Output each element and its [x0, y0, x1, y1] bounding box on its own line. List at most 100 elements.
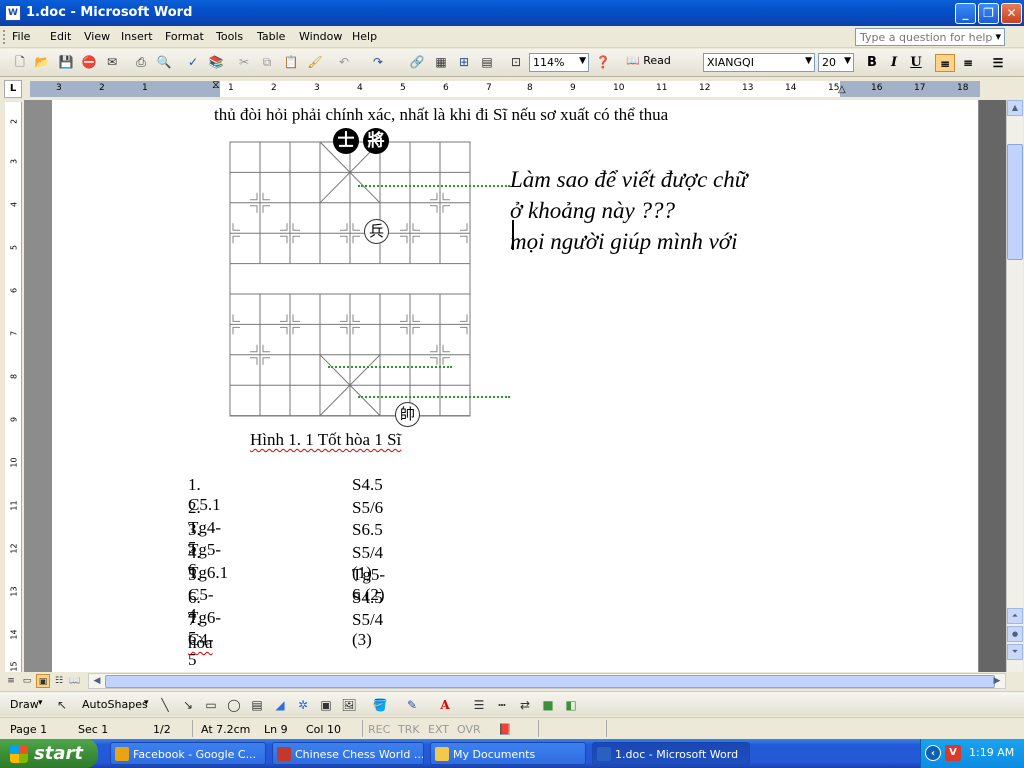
drawing-icon[interactable]: ⊡	[508, 54, 524, 70]
hyperlink-icon[interactable]: 🔗	[409, 54, 425, 70]
open-folder-icon[interactable]: 📂	[34, 54, 50, 70]
tab-selector[interactable]: L	[4, 80, 22, 98]
draw-menu-button[interactable]: Draw	[10, 698, 39, 711]
scroll-up-icon[interactable]: ▲	[1007, 100, 1023, 116]
picture-icon[interactable]: 🖼	[341, 697, 357, 713]
italic-button[interactable]: I	[884, 54, 904, 72]
print-icon[interactable]: ⎙	[133, 54, 149, 70]
redo-icon[interactable]: ↷	[370, 54, 386, 70]
copy-icon[interactable]: ⧉	[259, 54, 275, 70]
autoshapes-button[interactable]: AutoShapes	[82, 698, 148, 711]
menu-tools[interactable]: Tools	[216, 30, 243, 43]
help-search-input[interactable]: Type a question for help ▾	[855, 28, 1005, 46]
scroll-left-icon[interactable]: ◀	[89, 674, 105, 688]
taskbar-item-my-documents[interactable]: My Documents	[430, 742, 586, 765]
paste-icon[interactable]: 📋	[283, 54, 299, 70]
menu-help[interactable]: Help	[352, 30, 377, 43]
wordart-icon[interactable]: ◢	[272, 697, 288, 713]
minimize-button[interactable]: _	[955, 3, 976, 24]
menu-view[interactable]: View	[84, 30, 110, 43]
print-layout-icon[interactable]: ▣	[36, 674, 50, 688]
3d-style-icon[interactable]: ◧	[563, 697, 579, 713]
permission-icon[interactable]: ⛔	[81, 54, 97, 70]
diagram-icon[interactable]: ✲	[295, 697, 311, 713]
tray-expand-icon[interactable]: ‹	[925, 745, 941, 761]
font-color-icon[interactable]: A	[437, 697, 453, 713]
reading-layout-icon[interactable]: 📖	[68, 674, 82, 688]
insert-table-icon[interactable]: ⊞	[456, 54, 472, 70]
vertical-scroll-thumb[interactable]	[1007, 144, 1023, 260]
previous-page-icon[interactable]: ⏶	[1007, 608, 1023, 624]
menu-grip[interactable]	[3, 30, 6, 44]
scroll-right-icon[interactable]: ▶	[989, 674, 1005, 688]
menu-file[interactable]: File	[12, 30, 30, 43]
save-icon[interactable]: 💾	[58, 54, 74, 70]
web-layout-icon[interactable]: ▭	[20, 674, 34, 688]
draw-dropdown-icon[interactable]: ▾	[38, 698, 43, 708]
spelling-icon[interactable]: ✓	[185, 54, 201, 70]
format-painter-icon[interactable]: 🖌	[307, 54, 323, 70]
tables-borders-icon[interactable]: ▦	[433, 54, 449, 70]
text-box-icon[interactable]: ▤	[249, 697, 265, 713]
antivirus-icon[interactable]: V	[945, 745, 961, 761]
vertical-scrollbar[interactable]: ▲ ⏶ ● ⏷	[1006, 100, 1023, 672]
menu-format[interactable]: Format	[165, 30, 204, 43]
close-button[interactable]: ✕	[1001, 3, 1022, 24]
undo-icon[interactable]: ↶	[336, 54, 352, 70]
line-color-icon[interactable]: ✎	[404, 697, 420, 713]
status-ovr[interactable]: OVR	[457, 723, 481, 736]
taskbar-item-facebook[interactable]: Facebook - Google C...	[110, 742, 266, 765]
right-indent-marker-icon[interactable]: △	[838, 84, 846, 95]
menu-window[interactable]: Window	[299, 30, 342, 43]
status-trk[interactable]: TRK	[398, 723, 420, 736]
horizontal-scroll-thumb[interactable]	[105, 675, 995, 688]
arrow-style-icon[interactable]: ⇄	[517, 697, 533, 713]
help-icon[interactable]: ❓	[595, 54, 611, 70]
taskbar-item-word[interactable]: 1.doc - Microsoft Word	[592, 742, 750, 765]
menu-insert[interactable]: Insert	[121, 30, 153, 43]
cut-icon[interactable]: ✂	[236, 54, 252, 70]
autoshapes-dropdown-icon[interactable]: ▾	[144, 698, 149, 708]
horizontal-ruler[interactable]: 3 2 1 1 2 3 4 5 6 7 8 9 10 11 12 13 14 1…	[30, 78, 980, 97]
align-left-button[interactable]: ≡	[935, 54, 955, 72]
menu-edit[interactable]: Edit	[50, 30, 71, 43]
select-objects-icon[interactable]: ↖	[54, 697, 70, 713]
fill-color-icon[interactable]: 🪣	[372, 697, 388, 713]
browse-object-icon[interactable]: ●	[1007, 626, 1023, 642]
research-icon[interactable]: 📚	[208, 54, 224, 70]
read-button[interactable]: 📖 Read	[626, 54, 671, 67]
insert-excel-icon[interactable]: ▤	[479, 54, 495, 70]
document-page[interactable]: thủ đòi hỏi phải chính xác, nhất là khi …	[52, 100, 978, 672]
clip-art-icon[interactable]: ▣	[318, 697, 334, 713]
oval-icon[interactable]: ◯	[226, 697, 242, 713]
status-ext[interactable]: EXT	[428, 723, 449, 736]
help-dropdown-icon[interactable]: ▾	[995, 30, 1001, 43]
document-area[interactable]: thủ đòi hỏi phải chính xác, nhất là khi …	[24, 100, 1006, 672]
dash-style-icon[interactable]: ┅	[494, 697, 510, 713]
start-button[interactable]: start	[0, 739, 98, 768]
left-indent-marker-icon[interactable]: ⧖	[212, 78, 220, 92]
menu-table[interactable]: Table	[257, 30, 285, 43]
font-size-select[interactable]: 20 ▼	[818, 53, 854, 72]
align-center-button[interactable]: ≡	[958, 54, 978, 72]
restore-button[interactable]: ❐	[978, 3, 999, 24]
normal-view-icon[interactable]: ≡	[4, 674, 18, 688]
vertical-ruler[interactable]: 2 3 4 5 6 7 8 9 10 11 12 13 14 15	[5, 102, 22, 672]
print-preview-icon[interactable]: 🔍	[156, 54, 172, 70]
underline-button[interactable]: U	[906, 54, 926, 72]
taskbar-item-chinese-chess[interactable]: Chinese Chess World ...	[272, 742, 424, 765]
next-page-icon[interactable]: ⏷	[1007, 644, 1023, 660]
zoom-select[interactable]: 114% ▼	[529, 53, 589, 72]
email-icon[interactable]: ✉	[104, 54, 120, 70]
spelling-status-icon[interactable]: 📕	[498, 723, 512, 736]
rectangle-icon[interactable]: ▭	[203, 697, 219, 713]
font-name-select[interactable]: XIANGQI ▼	[703, 53, 815, 72]
word-app-icon[interactable]: W	[5, 5, 21, 21]
new-document-icon[interactable]: 🗋	[12, 54, 28, 70]
arrow-icon[interactable]: ↘	[180, 697, 196, 713]
bullets-button[interactable]: ☰	[988, 54, 1008, 72]
bold-button[interactable]: B	[862, 54, 882, 72]
status-rec[interactable]: REC	[368, 723, 390, 736]
line-icon[interactable]: ╲	[157, 697, 173, 713]
outline-view-icon[interactable]: ☷	[52, 674, 66, 688]
